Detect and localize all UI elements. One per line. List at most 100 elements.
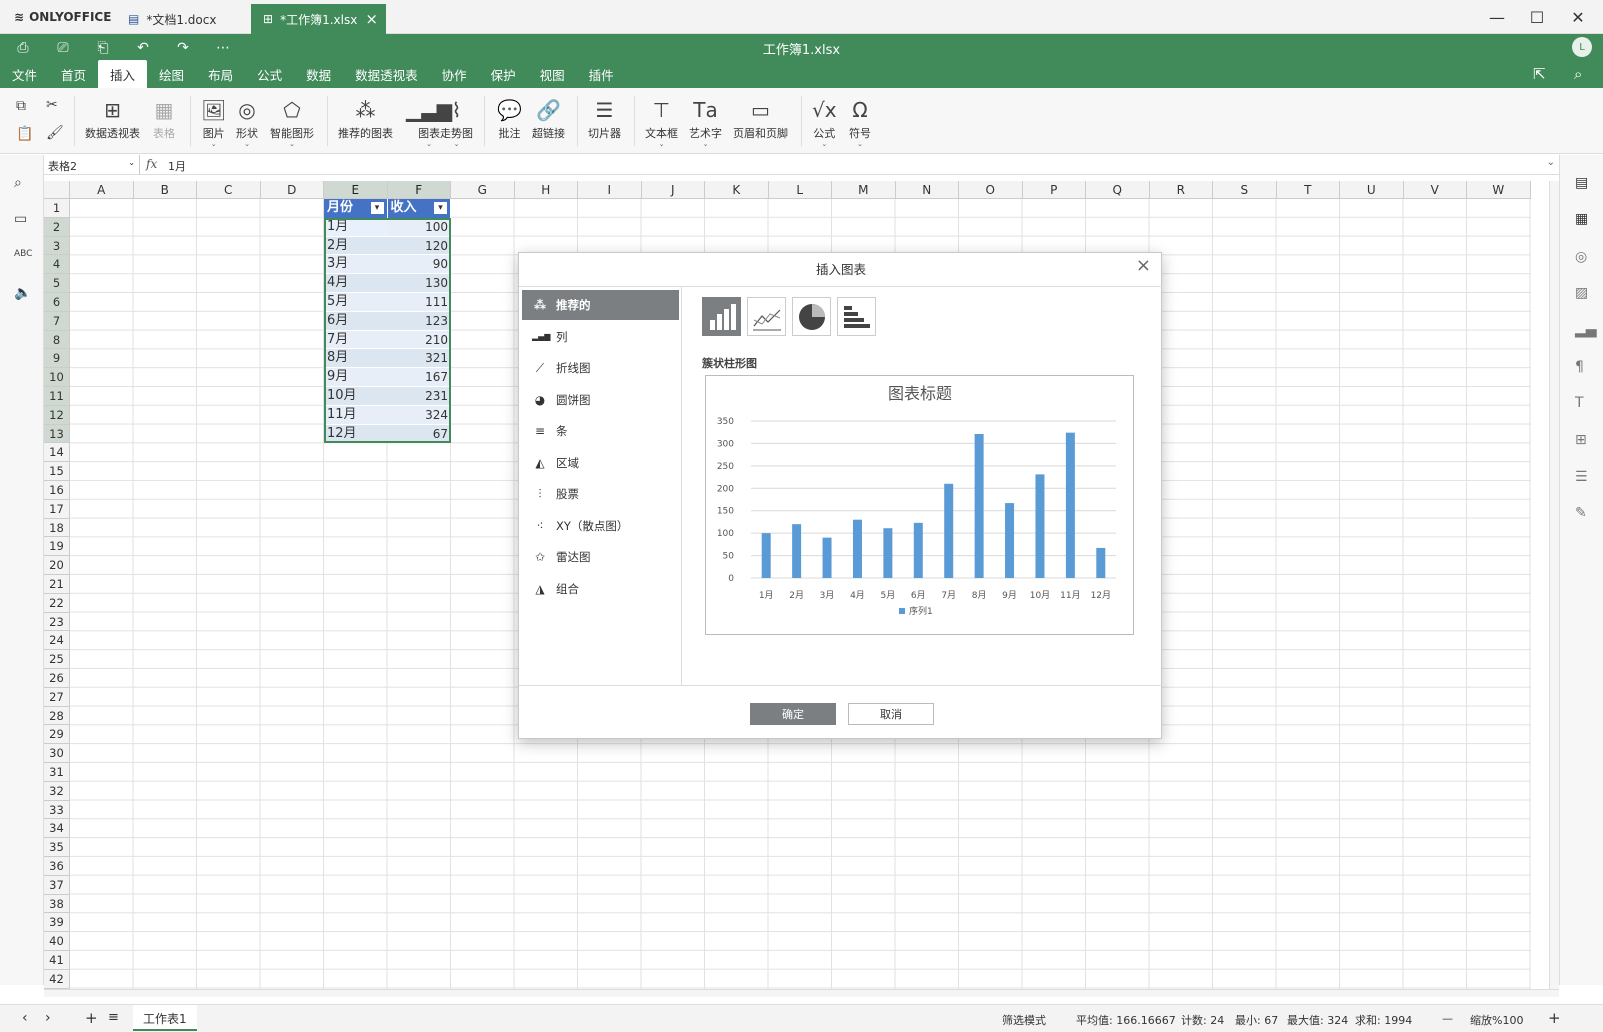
- chart-type-bar-chart[interactable]: ≡ 条: [522, 416, 679, 446]
- equation-button[interactable]: √x 公式 ⌄: [812, 96, 837, 148]
- thumb-line-chart[interactable]: [747, 297, 786, 336]
- copy-icon[interactable]: ⧉: [16, 98, 26, 114]
- month-cell[interactable]: 4月: [324, 274, 388, 293]
- sparkline-button[interactable]: ⌇ 走势图 ⌄: [440, 96, 473, 148]
- column-header[interactable]: R: [1149, 181, 1213, 199]
- slicer-button[interactable]: ☰ 切片器: [588, 96, 621, 141]
- thumb-column-chart[interactable]: [702, 297, 741, 336]
- expand-icon[interactable]: ⌄: [1547, 157, 1555, 168]
- column-header[interactable]: M: [832, 181, 896, 199]
- textart-button[interactable]: Tа 艺术字 ⌄: [689, 96, 722, 148]
- recommended-charts-button[interactable]: ⁂ 推荐的图表: [338, 96, 393, 141]
- row-header[interactable]: 1: [44, 199, 70, 218]
- minimize-button[interactable]: —: [1482, 6, 1512, 28]
- row-header[interactable]: 34: [44, 819, 70, 839]
- image-button[interactable]: 🖼 图片 ⌄: [201, 96, 226, 148]
- row-header[interactable]: 26: [44, 669, 70, 688]
- income-cell[interactable]: 90: [387, 255, 451, 275]
- horizontal-scrollbar[interactable]: [44, 989, 1559, 997]
- chart-type-recommended[interactable]: ⁂ 推荐的: [522, 290, 679, 320]
- tab-document[interactable]: ▤ *文档1.docx: [116, 4, 248, 34]
- signature-icon[interactable]: ✎: [1575, 505, 1587, 521]
- row-header[interactable]: 13: [44, 424, 70, 444]
- close-window-button[interactable]: ✕: [1563, 6, 1593, 28]
- month-cell[interactable]: 9月: [324, 368, 388, 387]
- image-settings-icon[interactable]: ▨: [1575, 285, 1588, 301]
- row-header[interactable]: 25: [44, 650, 70, 669]
- month-cell[interactable]: 11月: [324, 405, 388, 425]
- income-cell[interactable]: 123: [387, 311, 451, 331]
- income-cell[interactable]: 324: [387, 405, 451, 425]
- cell-settings-icon[interactable]: ▤: [1575, 175, 1588, 191]
- column-header[interactable]: C: [197, 181, 261, 199]
- row-header[interactable]: 18: [44, 518, 70, 538]
- row-header[interactable]: 31: [44, 763, 70, 782]
- row-header[interactable]: 39: [44, 913, 70, 933]
- row-header[interactable]: 30: [44, 744, 70, 763]
- menu-plugins[interactable]: 插件: [577, 60, 626, 88]
- income-cell[interactable]: 210: [387, 330, 451, 350]
- vertical-scrollbar[interactable]: [1549, 181, 1559, 989]
- menu-pivot[interactable]: 数据透视表: [343, 60, 430, 88]
- chart-type-pie-chart[interactable]: ◕ 圆饼图: [522, 385, 679, 415]
- table-header-cell[interactable]: 月份 ▾: [324, 199, 388, 218]
- row-header[interactable]: 15: [44, 462, 70, 481]
- income-cell[interactable]: 167: [387, 368, 451, 387]
- menu-data[interactable]: 数据: [294, 60, 343, 88]
- row-header[interactable]: 24: [44, 631, 70, 651]
- row-header[interactable]: 12: [44, 405, 70, 425]
- column-header[interactable]: F: [387, 181, 451, 199]
- paragraph-icon[interactable]: ¶: [1575, 359, 1584, 375]
- income-cell[interactable]: 120: [387, 236, 451, 256]
- sheet-list-icon[interactable]: ≡: [108, 1010, 119, 1025]
- row-header[interactable]: 6: [44, 293, 70, 312]
- column-header[interactable]: J: [641, 181, 705, 199]
- pivot-table-button[interactable]: ⊞ 数据透视表: [85, 96, 140, 141]
- row-header[interactable]: 8: [44, 330, 70, 350]
- column-header[interactable]: O: [959, 181, 1023, 199]
- column-header[interactable]: K: [705, 181, 769, 199]
- row-header[interactable]: 11: [44, 387, 70, 406]
- row-header[interactable]: 37: [44, 875, 70, 895]
- avatar[interactable]: L: [1572, 37, 1592, 57]
- row-header[interactable]: 5: [44, 274, 70, 293]
- row-header[interactable]: 2: [44, 217, 70, 237]
- row-header[interactable]: 22: [44, 593, 70, 613]
- open-location-icon[interactable]: ⇱: [1533, 65, 1546, 83]
- row-header[interactable]: 17: [44, 499, 70, 519]
- ok-button[interactable]: 确定: [750, 703, 836, 725]
- row-header[interactable]: 28: [44, 706, 70, 726]
- pivot-settings-icon[interactable]: ⊞: [1575, 432, 1587, 448]
- row-header[interactable]: 20: [44, 556, 70, 575]
- comment-button[interactable]: 💬 批注: [497, 96, 522, 141]
- sheet-tab[interactable]: 工作表1: [133, 1005, 197, 1031]
- cut-icon[interactable]: ✂: [46, 97, 58, 113]
- spellcheck-icon[interactable]: ABC: [14, 249, 32, 259]
- column-header[interactable]: D: [260, 181, 324, 199]
- menu-home[interactable]: 首页: [49, 60, 98, 88]
- menu-file[interactable]: 文件: [0, 60, 49, 88]
- month-cell[interactable]: 8月: [324, 349, 388, 369]
- maximize-button[interactable]: ☐: [1522, 6, 1552, 28]
- symbol-button[interactable]: Ω 符号 ⌄: [849, 96, 871, 148]
- column-header[interactable]: U: [1340, 181, 1404, 199]
- row-header[interactable]: 36: [44, 857, 70, 876]
- month-cell[interactable]: 7月: [324, 330, 388, 350]
- chart-type-stock-chart[interactable]: ⫶ 股票: [522, 479, 679, 509]
- fx-icon[interactable]: fx: [146, 157, 157, 171]
- chart-settings-icon[interactable]: ▂▄: [1575, 322, 1597, 338]
- shape-settings-icon[interactable]: ◎: [1575, 249, 1587, 265]
- table-header-cell[interactable]: 收入 ▾: [387, 199, 451, 218]
- column-header[interactable]: G: [451, 181, 515, 199]
- zoom-in-icon[interactable]: +: [1548, 1009, 1561, 1027]
- search-icon[interactable]: ⌕: [14, 175, 22, 191]
- row-header[interactable]: 42: [44, 969, 70, 989]
- column-header[interactable]: Q: [1086, 181, 1150, 199]
- hyperlink-button[interactable]: 🔗 超链接: [532, 96, 565, 141]
- column-header[interactable]: E: [324, 181, 388, 199]
- chart-type-scatter-chart[interactable]: ⁖ XY（散点图）: [522, 511, 679, 541]
- row-header[interactable]: 3: [44, 236, 70, 256]
- column-header[interactable]: B: [133, 181, 197, 199]
- row-header[interactable]: 35: [44, 838, 70, 857]
- row-header[interactable]: 9: [44, 349, 70, 369]
